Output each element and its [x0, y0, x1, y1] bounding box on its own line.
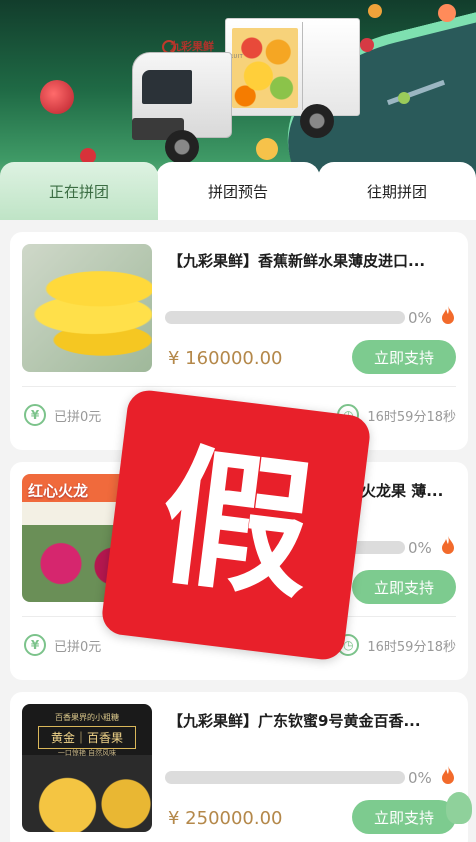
flame-icon	[442, 306, 454, 324]
image-mid-text: 黄金｜百香果	[38, 726, 136, 749]
countdown-text: 16时59分18秒	[367, 639, 456, 655]
joined-text: 已拼0元	[54, 409, 102, 425]
group-buy-tabs: 拼团预告 往期拼团 正在拼团	[0, 162, 476, 220]
product-title[interactable]: 【九彩果鲜】香蕉新鲜水果薄皮进口...	[168, 250, 458, 271]
tab-past[interactable]: 往期拼团	[318, 162, 476, 220]
support-button[interactable]: 立即支持	[352, 800, 456, 834]
fruit-decoration	[360, 38, 374, 52]
fake-stamp-text: 假	[150, 429, 322, 621]
passion-fruit-image[interactable]: 百香果界的小粗糖 黄金｜百香果 一口惊艳 自然风味	[22, 704, 152, 832]
image-top-text: 百香果界的小粗糖	[55, 713, 119, 722]
truck-window	[142, 70, 192, 104]
banana-image[interactable]	[22, 244, 152, 372]
countdown-text: 16时59分18秒	[367, 409, 456, 425]
image-bottom-text: 一口惊艳 自然风味	[57, 749, 117, 757]
card-divider	[22, 386, 456, 387]
fruit-decoration	[256, 138, 278, 160]
image-overlay-text: 红心火龙	[28, 482, 89, 500]
product-price: ¥ 250000.00	[168, 808, 283, 829]
countdown: ◷ 16时59分18秒	[337, 634, 456, 656]
fake-stamp: 假	[99, 388, 373, 662]
fruit-decoration	[398, 92, 410, 104]
product-title[interactable]: 【九彩果鲜】广东钦蜜9号黄金百香...	[168, 710, 458, 731]
yen-icon: ¥	[24, 634, 46, 656]
product-price: ¥ 160000.00	[168, 348, 283, 369]
yen-icon: ¥	[24, 404, 46, 426]
joined-amount: ¥ 已拼0元	[24, 634, 101, 656]
progress-percent: 0%	[408, 769, 432, 787]
floating-helper-icon[interactable]	[446, 792, 472, 824]
tab-ongoing[interactable]: 正在拼团	[0, 162, 158, 220]
tab-preview[interactable]: 拼团预告	[156, 162, 320, 220]
fruit-decoration	[368, 4, 382, 18]
truck-door-line	[302, 22, 303, 110]
joined-text: 已拼0元	[54, 639, 102, 655]
progress-percent: 0%	[408, 539, 432, 557]
flame-icon	[442, 536, 454, 554]
progress-bar	[165, 771, 405, 784]
product-card[interactable]: 百香果界的小粗糖 黄金｜百香果 一口惊艳 自然风味 【九彩果鲜】广东钦蜜9号黄金…	[10, 692, 468, 842]
lychee-decoration	[40, 80, 74, 114]
fruit-load-image	[232, 28, 298, 108]
truck-wheel	[300, 104, 334, 138]
truck-wheel	[165, 130, 199, 164]
joined-amount: ¥ 已拼0元	[24, 404, 101, 426]
flame-icon	[442, 766, 454, 784]
support-button[interactable]: 立即支持	[352, 340, 456, 374]
fruit-decoration	[438, 4, 456, 22]
progress-bar	[165, 311, 405, 324]
progress-percent: 0%	[408, 309, 432, 327]
support-button[interactable]: 立即支持	[352, 570, 456, 604]
